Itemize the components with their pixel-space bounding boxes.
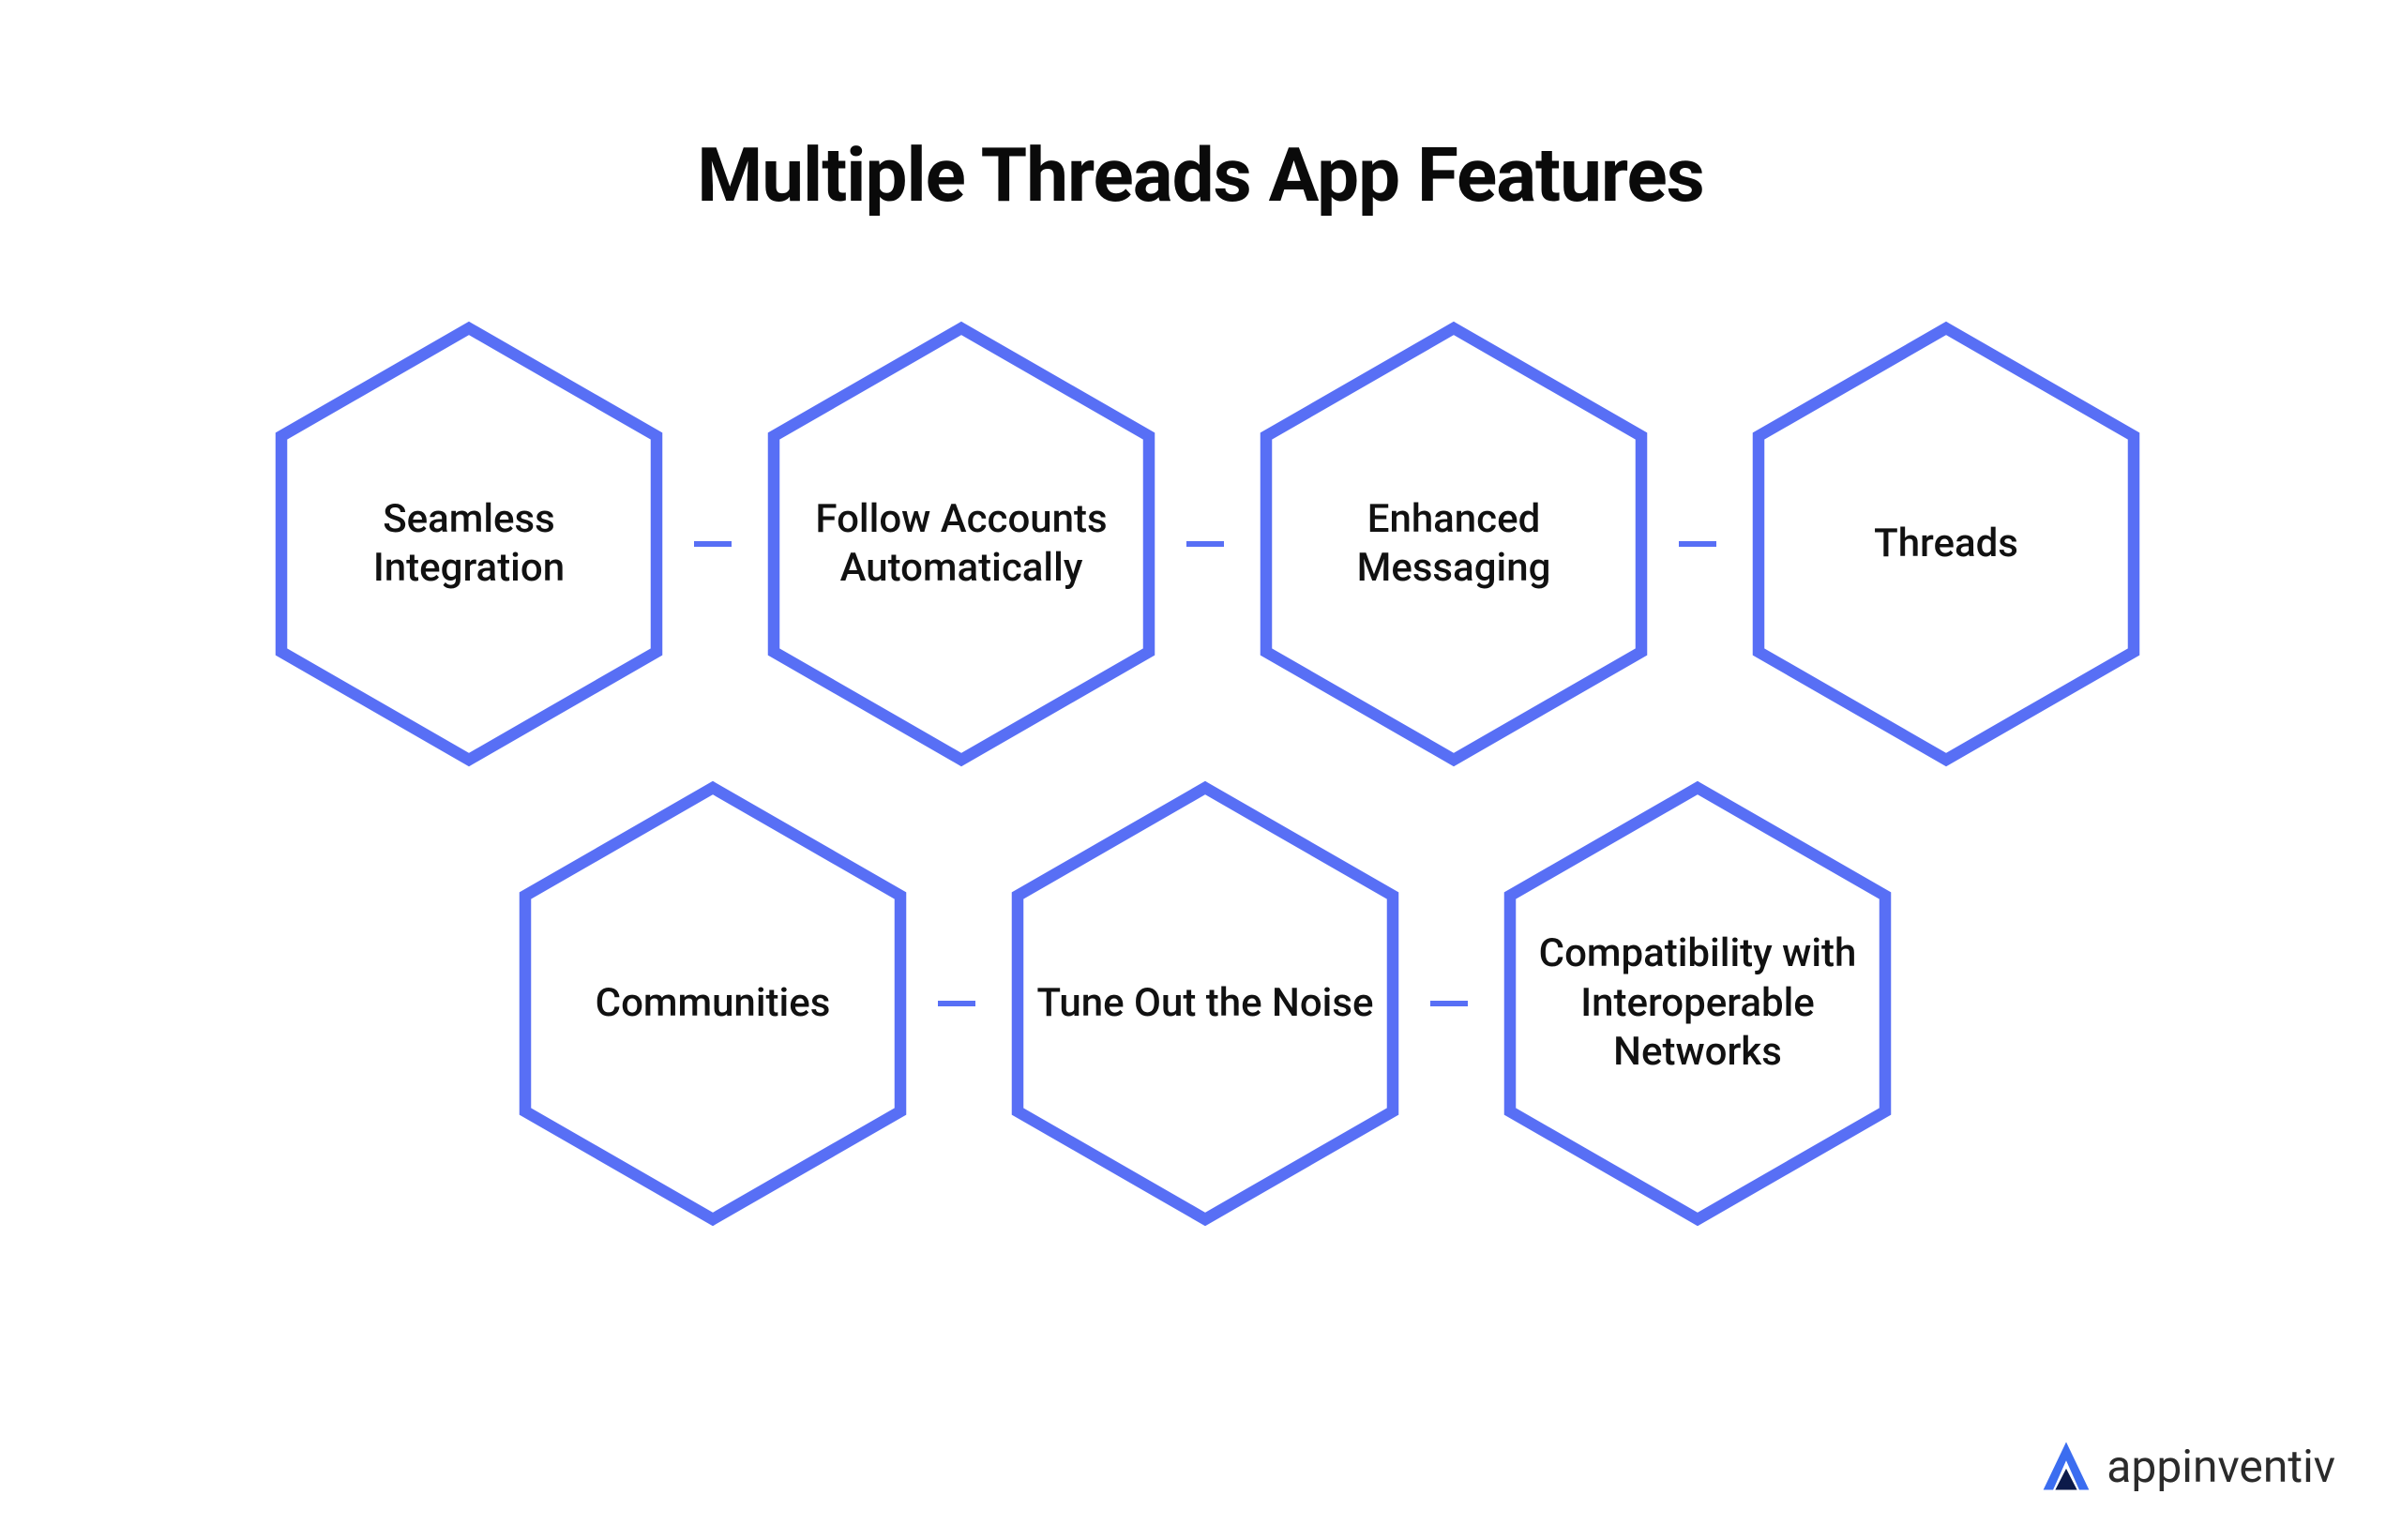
hex-label: Tune Out the Noise [971, 769, 1440, 1238]
connector [694, 541, 732, 547]
hex-label: Enhanced Messaging [1219, 310, 1688, 778]
hex-diagram: Seamless Integration Follow Accounts Aut… [216, 310, 2185, 1341]
hex-label: Communities [478, 769, 947, 1238]
hex-label: Compatibility with Interoperable Network… [1463, 769, 1932, 1238]
diagram-title: Multiple Threads App Features [0, 131, 2401, 219]
hex-label: Seamless Integration [234, 310, 703, 778]
brand-a-icon [2039, 1439, 2093, 1493]
connector [1679, 541, 1716, 547]
hex-label: Follow Accounts Automatically [727, 310, 1196, 778]
connector [938, 1001, 975, 1006]
connector [1430, 1001, 1468, 1006]
hex-compatibility-networks: Compatibility with Interoperable Network… [1463, 769, 1932, 1238]
hex-label: Threads [1712, 310, 2181, 778]
hex-follow-accounts: Follow Accounts Automatically [727, 310, 1196, 778]
hex-threads: Threads [1712, 310, 2181, 778]
hex-seamless-integration: Seamless Integration [234, 310, 703, 778]
hex-tune-out-noise: Tune Out the Noise [971, 769, 1440, 1238]
hex-communities: Communities [478, 769, 947, 1238]
hex-enhanced-messaging: Enhanced Messaging [1219, 310, 1688, 778]
brand-name: appinventiv [2107, 1440, 2335, 1493]
connector [1186, 541, 1224, 547]
brand-logo: appinventiv [2039, 1439, 2335, 1493]
